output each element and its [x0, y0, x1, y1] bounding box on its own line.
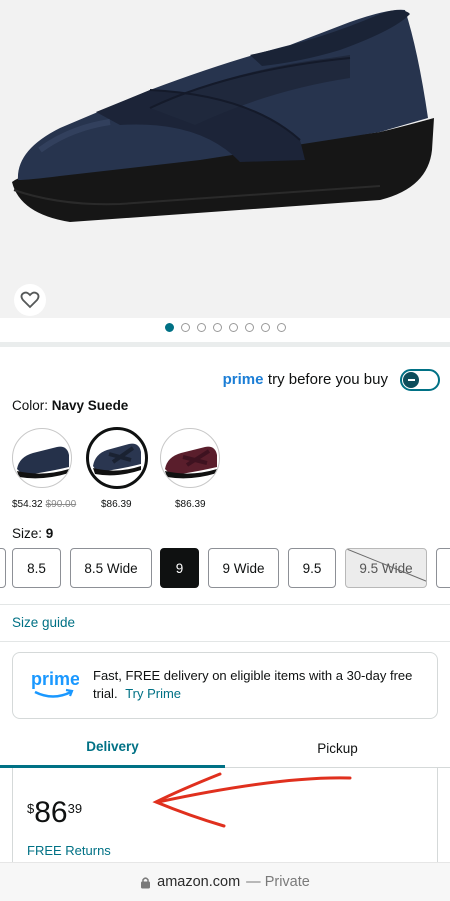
size-label: Size: [12, 526, 43, 541]
free-returns-link[interactable]: FREE Returns [27, 843, 111, 858]
size-option-previous[interactable] [0, 548, 6, 588]
carousel-dot[interactable] [260, 323, 270, 332]
swatch-list-price: $90.00 [45, 499, 77, 510]
try-before-you-buy-row: prime try before you buy [0, 369, 440, 391]
wishlist-heart-icon[interactable] [14, 284, 46, 316]
toggle-knob-icon [403, 372, 419, 388]
carousel-dot[interactable] [164, 323, 174, 332]
annotation-arrow-icon [152, 772, 352, 828]
size-value: 9 [45, 526, 54, 541]
swatch-price: $86.39 [101, 499, 132, 510]
size-option-8-5[interactable]: 8.5 [12, 548, 61, 588]
price-fraction: 39 [67, 801, 83, 816]
color-swatch-navy-suede[interactable] [86, 427, 148, 489]
prime-banner-message: Fast, FREE delivery on eligible items wi… [93, 667, 433, 703]
prime-banner: prime Fast, FREE delivery on eligible it… [12, 652, 438, 719]
try-before-you-buy-label: try before you buy [267, 371, 388, 388]
private-mode-label: — Private [246, 874, 310, 890]
section-divider [0, 342, 450, 347]
size-option-9-wide[interactable]: 9 Wide [208, 548, 279, 588]
swatch-price: $86.39 [175, 499, 206, 510]
color-swatch-navy-alt[interactable] [12, 428, 72, 488]
size-option-9-5-wide[interactable]: 9.5 Wide [345, 548, 427, 588]
price-whole: 86 [34, 796, 68, 829]
size-option-9-5[interactable]: 9.5 [288, 548, 336, 588]
try-before-you-buy-toggle[interactable] [400, 369, 440, 391]
carousel-dot[interactable] [196, 323, 206, 332]
shoe-illustration [12, 9, 434, 222]
prime-logo-text: prime [31, 669, 79, 689]
fulfillment-tabs: Delivery Pickup [0, 728, 450, 768]
color-swatch-burgundy[interactable] [160, 428, 220, 488]
prime-label: prime [222, 371, 264, 388]
swatch-price-1: $54.32 $90.00 [12, 499, 76, 510]
url-domain: amazon.com [157, 874, 241, 890]
swatch-price-3: $86.39 [175, 499, 206, 510]
size-guide-link[interactable]: Size guide [12, 615, 75, 630]
color-label: Color: [12, 398, 49, 413]
size-selection-label: Size: 9 [12, 526, 53, 541]
price-display: $ 86 39 [27, 798, 82, 828]
size-option-next[interactable] [436, 548, 450, 588]
carousel-dot[interactable] [244, 323, 254, 332]
color-value: Navy Suede [51, 398, 129, 413]
product-image[interactable] [0, 0, 450, 318]
size-guide-row: Size guide [0, 604, 450, 642]
carousel-dot[interactable] [212, 323, 222, 332]
price-symbol: $ [27, 801, 35, 816]
carousel-dot[interactable] [228, 323, 238, 332]
size-option-9[interactable]: 9 [160, 548, 199, 588]
carousel-dot[interactable] [276, 323, 286, 332]
swatch-price-2: $86.39 [101, 499, 132, 510]
swatch-price: $54.32 [12, 499, 43, 510]
carousel-dot[interactable] [180, 323, 190, 332]
lock-icon [141, 876, 151, 888]
tab-pickup[interactable]: Pickup [225, 728, 450, 768]
size-options: 8.5 8.5 Wide 9 9 Wide 9.5 9.5 Wide [0, 548, 450, 588]
size-option-8-5-wide[interactable]: 8.5 Wide [70, 548, 152, 588]
color-selection-label: Color: Navy Suede [12, 398, 128, 413]
browser-url-bar[interactable]: amazon.com — Private [0, 862, 450, 901]
try-prime-link[interactable]: Try Prime [125, 686, 181, 701]
tab-delivery[interactable]: Delivery [0, 728, 225, 768]
prime-logo-icon: prime [29, 665, 80, 705]
image-carousel-dots [0, 323, 450, 332]
